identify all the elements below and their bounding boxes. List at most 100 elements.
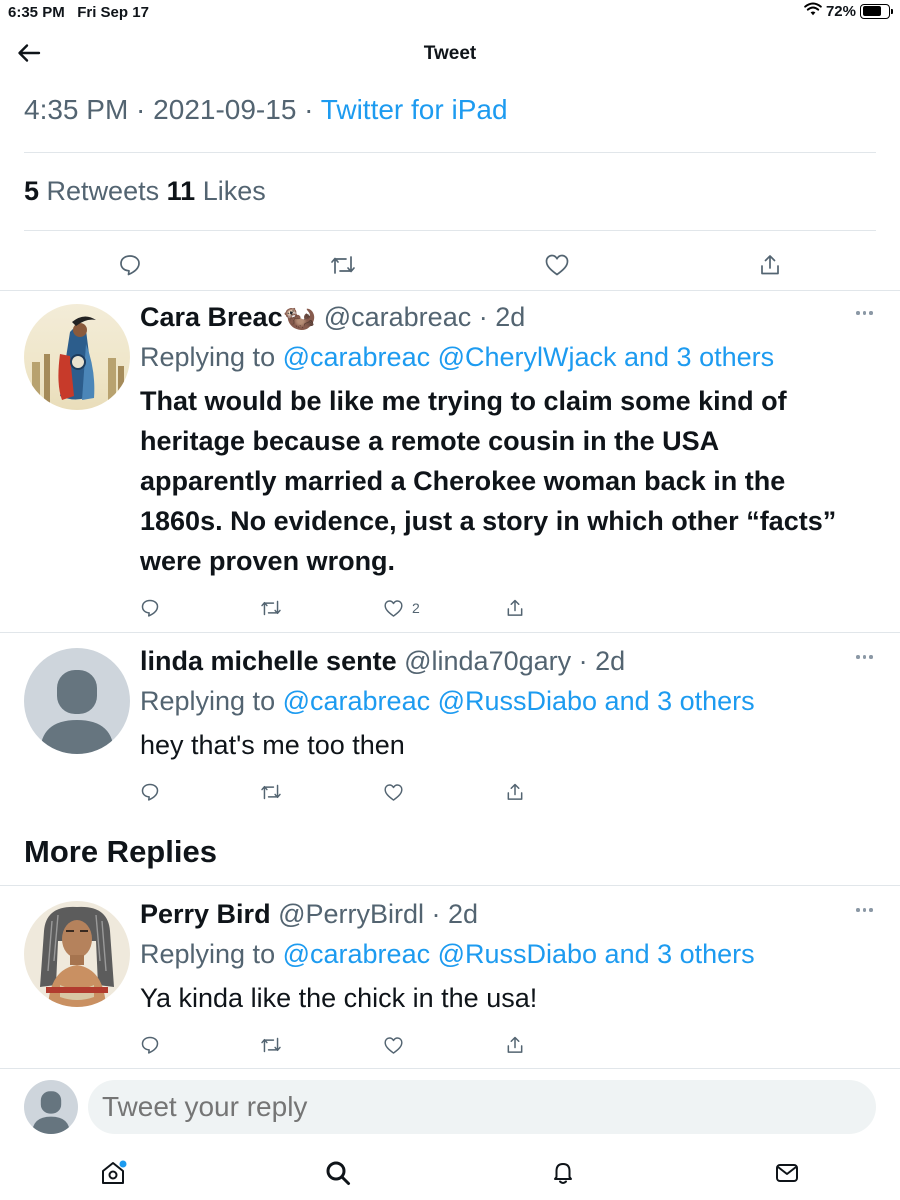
status-bar: 6:35 PM Fri Sep 17 72% [0, 0, 900, 26]
share-icon [507, 1036, 523, 1053]
reply-text: Ya kinda like the chick in the usa! [140, 983, 538, 1013]
tab-notifications[interactable] [546, 1156, 580, 1190]
more-options-icon[interactable] [856, 652, 876, 662]
messages-icon [776, 1164, 798, 1182]
like-button[interactable] [383, 1033, 404, 1057]
replying-to: Replying to @carabreac @RussDiabo and 3 … [140, 937, 860, 971]
reply-mentions[interactable]: @carabreac @RussDiabo and 3 others [283, 686, 755, 716]
retweet-icon [261, 600, 281, 616]
like-button[interactable] [540, 248, 574, 282]
tweet-timestamp: 4:35 PM · 2021-09-15 · Twitter for iPad [24, 94, 508, 125]
reply-button[interactable] [140, 596, 160, 620]
share-button[interactable] [505, 780, 525, 804]
reply-tweet[interactable]: Cara Breac🦦 @carabreac · 2d Replying to … [0, 300, 900, 632]
retweets-label: Retweets [46, 176, 160, 206]
tweet-time: 4:35 PM [24, 94, 129, 125]
retweets-stat[interactable]: 5 Retweets [24, 176, 159, 206]
reply-content: Perry Bird @PerryBirdl · 2d Replying to … [140, 897, 860, 1018]
reply-action-bar [140, 780, 540, 804]
avatar[interactable] [24, 648, 130, 754]
reply-button[interactable] [140, 1033, 160, 1057]
tab-home[interactable] [96, 1156, 130, 1190]
retweet-icon [261, 1037, 281, 1053]
like-count: 2 [412, 600, 420, 616]
avatar[interactable] [24, 1080, 78, 1134]
divider [0, 632, 900, 633]
likes-stat[interactable]: 11 Likes [167, 176, 266, 206]
replying-to-label: Replying to [140, 686, 276, 716]
avatar[interactable] [24, 304, 130, 410]
author-handle[interactable]: @linda70gary [404, 646, 571, 676]
avatar-illustration [32, 316, 124, 404]
comment-icon [120, 255, 140, 276]
author-handle[interactable]: @PerryBirdl [278, 899, 424, 929]
tab-search[interactable] [321, 1156, 355, 1190]
retweets-count: 5 [24, 176, 40, 206]
reply-button[interactable] [140, 780, 160, 804]
avatar[interactable] [24, 901, 130, 1007]
tweet-date: 2021-09-15 [153, 94, 297, 125]
battery-icon [860, 3, 893, 19]
retweet-button[interactable] [260, 1033, 282, 1057]
retweet-icon [261, 784, 281, 800]
like-button[interactable] [383, 780, 404, 804]
reply-header: Perry Bird @PerryBirdl · 2d [140, 899, 479, 929]
replying-to-label: Replying to [140, 342, 276, 372]
replying-to: Replying to @carabreac @RussDiabo and 3 … [140, 684, 860, 718]
reply-header: linda michelle sente @linda70gary · 2d [140, 646, 626, 676]
likes-label: Likes [202, 176, 266, 206]
author-name[interactable]: Cara Breac [140, 302, 283, 332]
tweet-stats: 5 Retweets 11 Likes [24, 176, 266, 207]
author-name[interactable]: Perry Bird [140, 899, 271, 929]
reply-input[interactable] [88, 1080, 876, 1134]
share-button[interactable] [753, 248, 787, 282]
reply-time: 2d [495, 302, 526, 332]
share-button[interactable] [505, 596, 525, 620]
reply-header: Cara Breac🦦 @carabreac · 2d [140, 302, 526, 332]
battery-percentage: 72% [825, 2, 856, 20]
page-title: Tweet [423, 43, 477, 64]
reply-content: Cara Breac🦦 @carabreac · 2d Replying to … [140, 300, 860, 581]
battery-level [862, 6, 881, 16]
reply-mentions[interactable]: @carabreac @RussDiabo and 3 others [283, 939, 755, 969]
retweet-button[interactable] [326, 248, 360, 282]
retweet-button[interactable] [260, 780, 282, 804]
reply-tweet[interactable]: linda michelle sente @linda70gary · 2d R… [0, 644, 900, 820]
author-handle[interactable]: @carabreac [324, 302, 471, 332]
divider [24, 230, 876, 231]
comment-icon [141, 1036, 159, 1054]
default-avatar-icon [40, 670, 114, 754]
divider [0, 885, 900, 886]
reply-action-bar [140, 1033, 540, 1057]
reply-button[interactable] [113, 248, 147, 282]
reply-time: 2d [448, 899, 479, 929]
replying-to: Replying to @carabreac @CherylWjack and … [140, 340, 860, 374]
like-button[interactable]: 2 [383, 596, 420, 620]
reply-mentions[interactable]: @carabreac @CherylWjack and 3 others [283, 342, 775, 372]
divider [0, 290, 900, 291]
reply-composer [0, 1078, 900, 1136]
tweet-source-link[interactable]: Twitter for iPad [321, 94, 508, 125]
author-name[interactable]: linda michelle sente [140, 646, 397, 676]
reply-tweet[interactable]: Perry Bird @PerryBirdl · 2d Replying to … [0, 897, 900, 1067]
reply-content: linda michelle sente @linda70gary · 2d R… [140, 644, 860, 765]
notifications-icon [554, 1163, 572, 1184]
status-date: Fri Sep 17 [77, 4, 149, 21]
share-icon [507, 599, 523, 616]
retweet-button[interactable] [260, 596, 282, 620]
share-icon [761, 255, 779, 275]
divider [0, 1068, 900, 1069]
more-replies-heading: More Replies [24, 834, 217, 869]
retweet-icon [331, 256, 355, 274]
share-button[interactable] [505, 1033, 525, 1057]
reply-text: hey that's me too then [140, 730, 405, 760]
tab-messages[interactable] [770, 1156, 804, 1190]
wifi-icon [804, 2, 822, 20]
heart-icon [384, 599, 403, 617]
home-icon [102, 1160, 127, 1184]
more-options-icon[interactable] [856, 308, 876, 318]
heart-icon [384, 1036, 403, 1054]
heart-icon [384, 783, 403, 801]
likes-count: 11 [166, 176, 196, 206]
more-options-icon[interactable] [856, 905, 876, 915]
